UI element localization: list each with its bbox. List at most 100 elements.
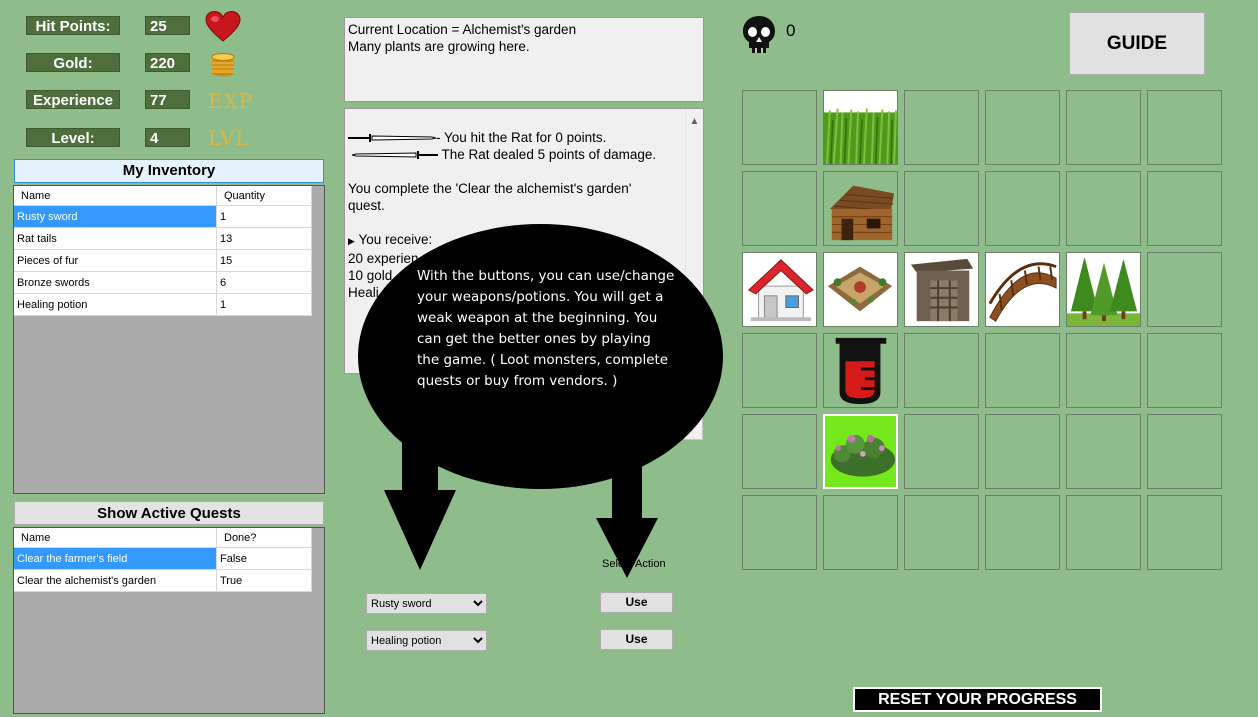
town-square-icon bbox=[824, 253, 897, 326]
garden-plants-icon bbox=[825, 416, 896, 487]
quest-name: Clear the alchemist's garden bbox=[14, 569, 217, 592]
map-cell bbox=[985, 495, 1060, 570]
use-weapon-button[interactable]: Use bbox=[600, 592, 673, 613]
inventory-item-name: Healing potion bbox=[14, 293, 217, 316]
map-tile-alchemist-hut bbox=[823, 333, 898, 408]
location-line: Current Location = Alchemist's garden bbox=[348, 22, 577, 37]
inventory-header[interactable]: My Inventory bbox=[14, 159, 324, 183]
hit-points-label: Hit Points: bbox=[26, 16, 120, 35]
level-label: Level: bbox=[26, 128, 120, 147]
log-complete-line: You complete the 'Clear the alchemist's … bbox=[348, 181, 632, 196]
quests-col-done[interactable]: Done? bbox=[216, 528, 312, 548]
gold-label: Gold: bbox=[26, 53, 120, 72]
quests-grid[interactable]: Name Done? Clear the farmer's field Fals… bbox=[13, 527, 325, 714]
kill-count: 0 bbox=[786, 21, 796, 40]
table-row[interactable]: Clear the farmer's field False bbox=[14, 547, 312, 570]
map-cell bbox=[742, 171, 817, 246]
wooden-hut-icon bbox=[824, 172, 897, 245]
map-cell bbox=[1066, 333, 1141, 408]
map-cell bbox=[1066, 495, 1141, 570]
log-receive-text: You receive: bbox=[358, 232, 433, 247]
map-tile-grass-field bbox=[823, 90, 898, 165]
map-tile-home bbox=[742, 252, 817, 327]
map-tile-town-square bbox=[823, 252, 898, 327]
inventory-item-qty: 15 bbox=[216, 249, 312, 272]
exp-icon: EXP bbox=[208, 86, 252, 116]
sword-icon bbox=[348, 134, 437, 143]
map-cell bbox=[742, 495, 817, 570]
map-cell bbox=[985, 171, 1060, 246]
hit-points-value: 25 bbox=[145, 16, 190, 35]
use-potion-button[interactable]: Use bbox=[600, 629, 673, 650]
log-complete-line: quest. bbox=[348, 198, 385, 213]
map-cell bbox=[1147, 252, 1222, 327]
exp-icon-text: EXP bbox=[208, 89, 254, 113]
experience-value: 77 bbox=[145, 90, 190, 109]
map-cell bbox=[1147, 90, 1222, 165]
map-cell bbox=[1147, 171, 1222, 246]
map-cell bbox=[904, 414, 979, 489]
inventory-item-name: Pieces of fur bbox=[14, 249, 217, 272]
reset-progress-button[interactable]: RESET YOUR PROGRESS bbox=[853, 687, 1102, 712]
lvl-icon-text: LVL bbox=[208, 126, 250, 150]
experience-label: Experience bbox=[26, 90, 120, 109]
table-row[interactable]: Rat tails 13 bbox=[14, 227, 312, 250]
map-cell bbox=[904, 333, 979, 408]
trees-icon bbox=[1067, 253, 1140, 326]
map-tile-bridge bbox=[985, 252, 1060, 327]
weapon-select[interactable]: Rusty sword bbox=[366, 593, 487, 614]
map-cell bbox=[1066, 414, 1141, 489]
map-cell bbox=[1147, 495, 1222, 570]
guide-button[interactable]: GUIDE bbox=[1069, 12, 1205, 75]
inventory-item-qty: 1 bbox=[216, 293, 312, 316]
map-cell bbox=[823, 495, 898, 570]
inventory-item-qty: 13 bbox=[216, 227, 312, 250]
table-row[interactable]: Pieces of fur 15 bbox=[14, 249, 312, 272]
inventory-col-name[interactable]: Name bbox=[14, 186, 217, 206]
map-cell bbox=[742, 90, 817, 165]
map-cell bbox=[985, 333, 1060, 408]
log-hit-text: - You hit the Rat for 0 points. bbox=[436, 130, 607, 145]
map-tile-forest bbox=[1066, 252, 1141, 327]
potion-select[interactable]: Healing potion bbox=[366, 630, 487, 651]
log-line-dealt: The Rat dealed 5 points of damage. bbox=[348, 146, 700, 163]
quests-header[interactable]: Show Active Quests bbox=[14, 501, 324, 525]
map-cell bbox=[1147, 333, 1222, 408]
quest-name: Clear the farmer's field bbox=[14, 547, 217, 570]
map-cell bbox=[742, 414, 817, 489]
inventory-grid[interactable]: Name Quantity Rusty sword 1 Rat tails 13… bbox=[13, 185, 325, 494]
inventory-item-name: Rusty sword bbox=[14, 205, 217, 228]
location-description[interactable]: Current Location = Alchemist's garden Ma… bbox=[344, 17, 704, 102]
map-cell bbox=[904, 495, 979, 570]
lvl-icon: LVL bbox=[208, 123, 250, 153]
gold-value: 220 bbox=[145, 53, 190, 72]
tutorial-text: With the buttons, you can use/change you… bbox=[417, 268, 675, 389]
map-cell bbox=[1147, 414, 1222, 489]
map-cell bbox=[985, 90, 1060, 165]
arrow-right-icon: ▶ bbox=[348, 236, 355, 246]
table-row[interactable]: Healing potion 1 bbox=[14, 293, 312, 316]
log-dealt-text: The Rat dealed 5 points of damage. bbox=[441, 147, 657, 162]
map-tile-farm-house bbox=[823, 171, 898, 246]
table-row[interactable]: Rusty sword 1 bbox=[14, 205, 312, 228]
quest-done: False bbox=[216, 547, 312, 570]
map-cell bbox=[985, 414, 1060, 489]
map-cell bbox=[1066, 171, 1141, 246]
map-tile-guard-post bbox=[904, 252, 979, 327]
heart-icon bbox=[205, 11, 245, 42]
chevron-up-icon[interactable]: ▲ bbox=[686, 113, 703, 130]
quest-done: True bbox=[216, 569, 312, 592]
log-line-hit: - You hit the Rat for 0 points. bbox=[348, 129, 700, 146]
location-line: Many plants are growing here. bbox=[348, 39, 530, 54]
table-row[interactable]: Clear the alchemist's garden True bbox=[14, 569, 312, 592]
table-row[interactable]: Bronze swords 6 bbox=[14, 271, 312, 294]
gate-icon bbox=[905, 253, 978, 326]
potion-beaker-icon bbox=[824, 334, 897, 407]
inventory-col-quantity[interactable]: Quantity bbox=[216, 186, 312, 206]
quests-col-name[interactable]: Name bbox=[14, 528, 217, 548]
skull-icon bbox=[741, 14, 777, 59]
map-cell bbox=[904, 90, 979, 165]
inventory-item-qty: 1 bbox=[216, 205, 312, 228]
map-cell bbox=[904, 171, 979, 246]
map-cell bbox=[742, 333, 817, 408]
